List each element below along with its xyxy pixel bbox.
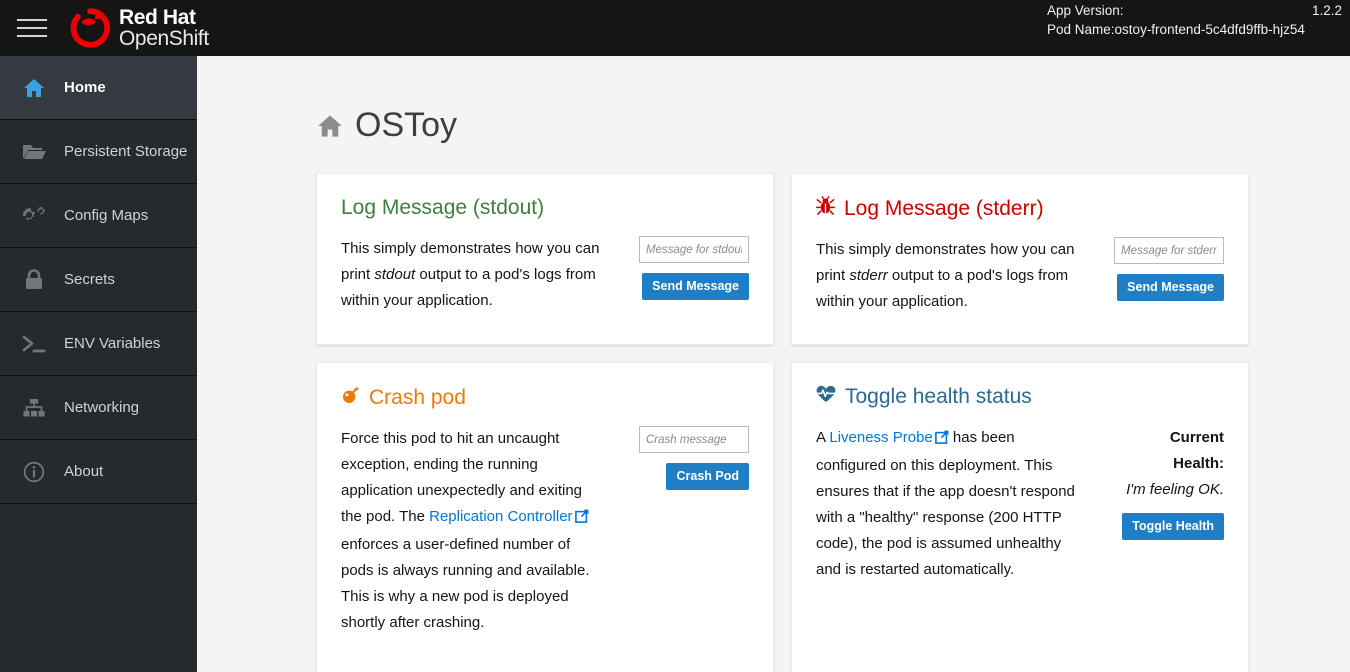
desc-emphasis: stderr bbox=[849, 267, 888, 284]
pod-name-row: Pod Name: ostoy-frontend-5c4dfd9ffb-hjz5… bbox=[1047, 20, 1342, 39]
hamburger-bar bbox=[17, 27, 47, 29]
brand-openshift-text: OpenShift bbox=[119, 27, 209, 50]
sidebar-item-label: Secrets bbox=[64, 271, 115, 288]
page-title-text: OSToy bbox=[355, 106, 458, 144]
info-circle-icon bbox=[20, 460, 48, 484]
page-title: OSToy bbox=[317, 106, 1350, 145]
card-log-message-stderr: Log Message (stderr) This simply demonst… bbox=[791, 173, 1249, 345]
main-content: OSToy Log Message (stdout) This simply d… bbox=[197, 56, 1350, 672]
external-link-icon[interactable] bbox=[574, 506, 589, 532]
bomb-icon bbox=[341, 385, 360, 410]
card-description-toggle-health: A Liveness Probe has been configured on … bbox=[816, 425, 1078, 583]
crash-pod-button[interactable]: Crash Pod bbox=[666, 463, 749, 490]
card-title-text: Log Message (stderr) bbox=[844, 196, 1044, 220]
send-message-stdout-button[interactable]: Send Message bbox=[642, 273, 749, 300]
card-title-text: Toggle health status bbox=[845, 385, 1032, 408]
pod-name-value: ostoy-frontend-5c4dfd9ffb-hjz54 bbox=[1114, 22, 1305, 37]
hamburger-bar bbox=[17, 35, 47, 37]
sidebar-item-label: Home bbox=[64, 79, 106, 96]
card-title-text: Crash pod bbox=[369, 385, 466, 409]
sidebar-item-label: Persistent Storage bbox=[64, 143, 188, 160]
stderr-message-input[interactable] bbox=[1114, 237, 1224, 264]
sidebar-item-home[interactable]: Home bbox=[0, 56, 197, 120]
folder-icon bbox=[20, 140, 48, 164]
desc-part1: A bbox=[816, 429, 830, 446]
masthead: Red Hat OpenShift App Version: 1.2.2 Pod… bbox=[0, 0, 1350, 56]
hamburger-bar bbox=[17, 19, 47, 21]
lock-icon bbox=[20, 268, 48, 292]
app-version-label: App Version: bbox=[1047, 3, 1124, 18]
sidebar-item-label: ENV Variables bbox=[64, 335, 161, 352]
send-message-stderr-button[interactable]: Send Message bbox=[1117, 274, 1224, 301]
toggle-health-button[interactable]: Toggle Health bbox=[1122, 513, 1224, 540]
liveness-probe-link[interactable]: Liveness Probe bbox=[829, 429, 932, 446]
sidebar-item-label: Networking bbox=[64, 399, 140, 416]
sidebar-item-networking[interactable]: Networking bbox=[0, 376, 197, 440]
current-health-value: I'm feeling OK. bbox=[1126, 481, 1224, 498]
card-title-text: Log Message (stdout) bbox=[341, 196, 545, 219]
sidebar-item-env-variables[interactable]: ENV Variables bbox=[0, 312, 197, 376]
card-toggle-health-status: Toggle health status A Liveness Probe ha… bbox=[791, 362, 1249, 672]
home-icon bbox=[317, 114, 343, 138]
app-version-value: 1.2.2 bbox=[1311, 3, 1342, 18]
desc-part2: enforces a user-defined number of pods i… bbox=[341, 536, 590, 631]
card-title-stderr: Log Message (stderr) bbox=[816, 196, 1224, 221]
red-hat-logo-icon bbox=[70, 8, 110, 48]
desc-emphasis: stdout bbox=[374, 266, 416, 283]
card-log-message-stdout: Log Message (stdout) This simply demonst… bbox=[316, 173, 774, 345]
terminal-icon bbox=[20, 332, 48, 356]
heartbeat-icon bbox=[816, 385, 836, 409]
card-crash-pod: Crash pod Force this pod to hit an uncau… bbox=[316, 362, 774, 672]
card-title-toggle-health: Toggle health status bbox=[816, 385, 1224, 409]
brand-redhat-text: Red Hat bbox=[119, 5, 196, 29]
stdout-message-input[interactable] bbox=[639, 236, 749, 263]
home-icon bbox=[20, 76, 48, 100]
sidebar-item-label: About bbox=[64, 463, 104, 480]
menu-toggle-button[interactable] bbox=[17, 15, 51, 41]
card-title-stdout: Log Message (stdout) bbox=[341, 196, 749, 220]
external-link-icon[interactable] bbox=[934, 427, 949, 453]
bug-icon bbox=[816, 196, 835, 221]
app-version-row: App Version: 1.2.2 bbox=[1047, 1, 1342, 20]
current-health-label: Current Health: bbox=[1169, 429, 1224, 472]
card-description-stderr: This simply demonstrates how you can pri… bbox=[816, 237, 1078, 315]
sidebar-item-persistent-storage[interactable]: Persistent Storage bbox=[0, 120, 197, 184]
sidebar-item-about[interactable]: About bbox=[0, 440, 197, 504]
card-description-stdout: This simply demonstrates how you can pri… bbox=[341, 236, 603, 314]
card-title-crash-pod: Crash pod bbox=[341, 385, 749, 410]
sidebar-item-config-maps[interactable]: Config Maps bbox=[0, 184, 197, 248]
brand-logo-link[interactable]: Red Hat OpenShift bbox=[69, 5, 209, 50]
header-pod-info: App Version: 1.2.2 Pod Name: ostoy-front… bbox=[1047, 1, 1342, 39]
replication-controller-link[interactable]: Replication Controller bbox=[429, 508, 572, 525]
sidebar-navigation: Home Persistent Storage Config Maps Secr… bbox=[0, 56, 197, 672]
card-description-crash-pod: Force this pod to hit an uncaught except… bbox=[341, 426, 603, 636]
crash-message-input[interactable] bbox=[639, 426, 749, 453]
sitemap-icon bbox=[20, 396, 48, 420]
sidebar-item-secrets[interactable]: Secrets bbox=[0, 248, 197, 312]
pod-name-label: Pod Name: bbox=[1047, 22, 1115, 37]
gears-icon bbox=[20, 204, 48, 228]
cards-grid: Log Message (stdout) This simply demonst… bbox=[316, 173, 1249, 672]
sidebar-item-label: Config Maps bbox=[64, 207, 149, 224]
